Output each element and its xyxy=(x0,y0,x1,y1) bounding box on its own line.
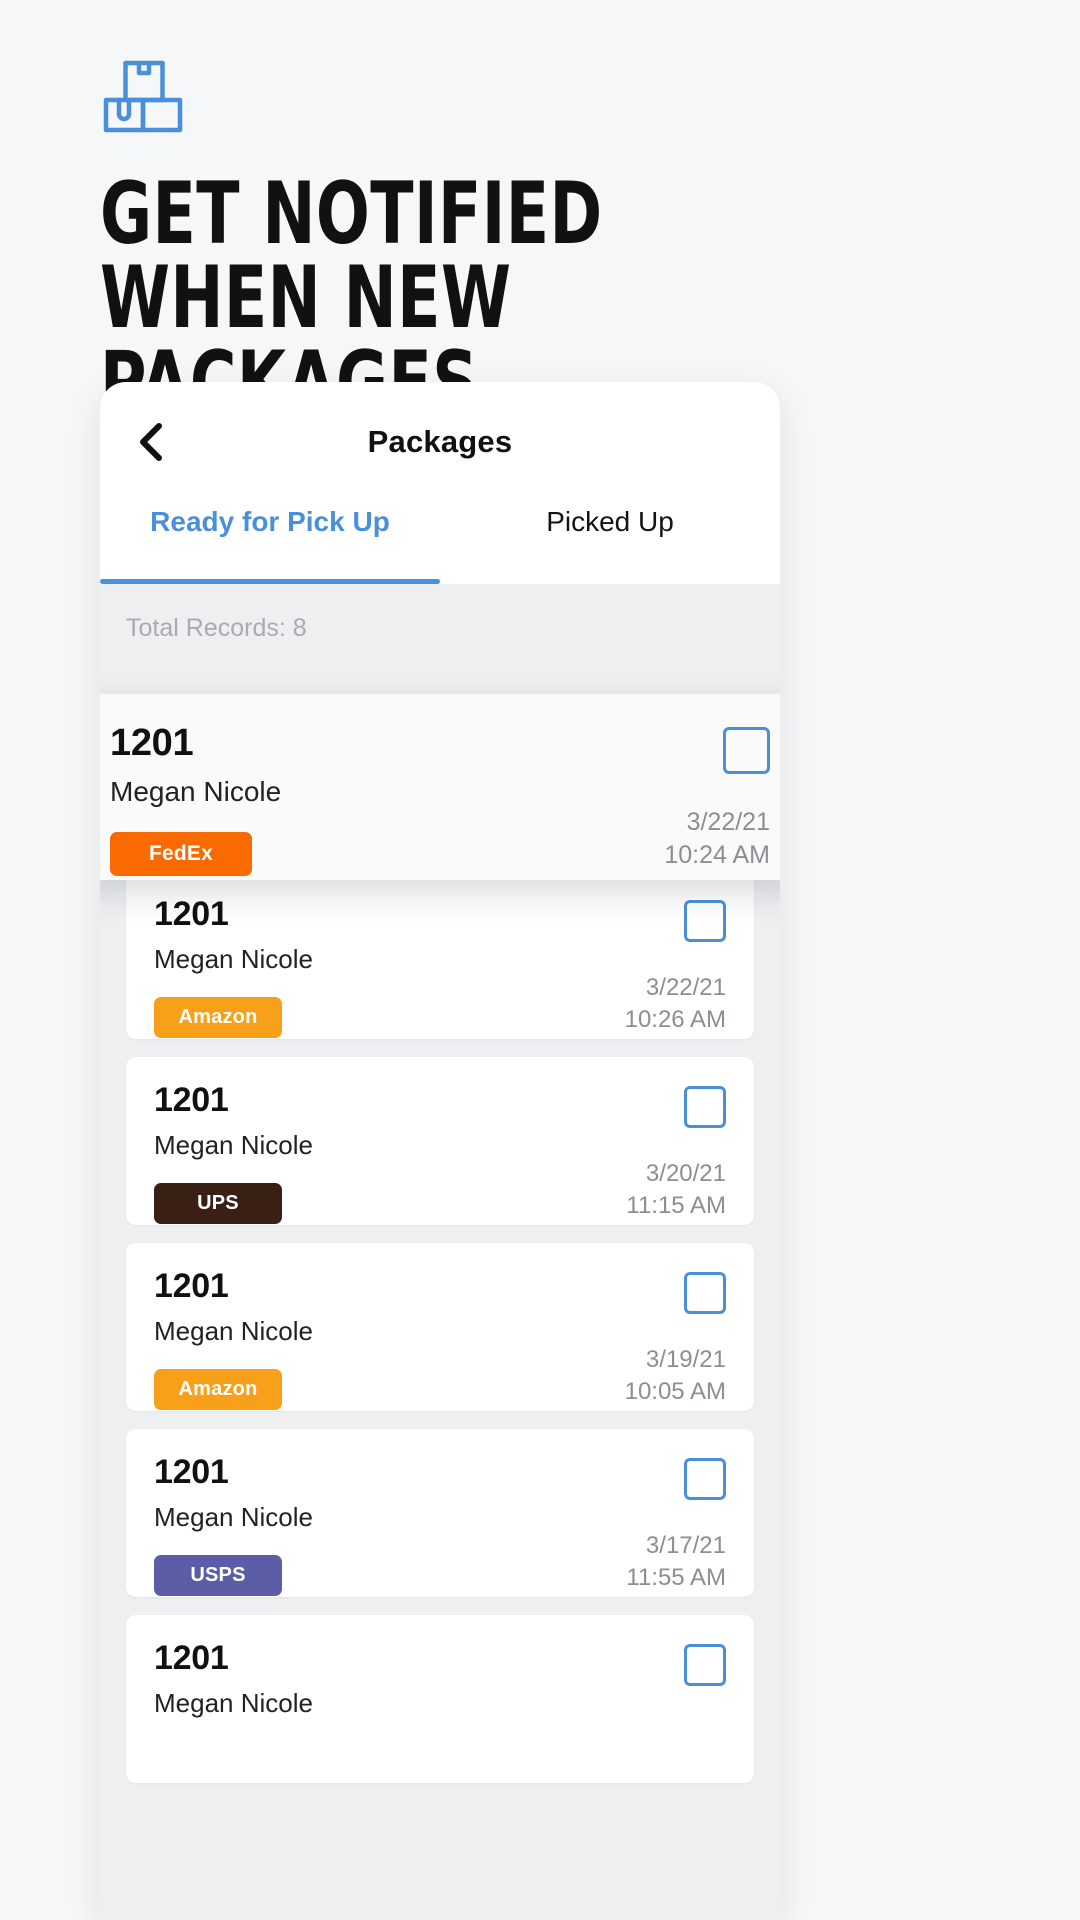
card-meta xyxy=(684,1641,726,1783)
resident-name: Megan Nicole xyxy=(154,944,313,974)
carrier-badge: UPS xyxy=(154,1183,282,1224)
received-datetime: 3/22/21 10:24 AM xyxy=(664,806,770,872)
tab-ready-for-pick-up[interactable]: Ready for Pick Up xyxy=(100,502,440,584)
nav-title: Packages xyxy=(367,424,513,459)
received-time: 10:05 AM xyxy=(624,1377,726,1405)
package-card[interactable]: 1201 Megan Nicole xyxy=(126,1615,754,1783)
carrier-badge: Amazon xyxy=(154,1369,282,1410)
pickup-checkbox[interactable] xyxy=(684,1644,726,1686)
resident-name: Megan Nicole xyxy=(154,1316,313,1346)
unit-number: 1201 xyxy=(154,895,229,933)
headline-line-1: GET NOTIFIED WHEN NEW xyxy=(100,164,603,349)
unit-number: 1201 xyxy=(110,722,194,764)
tab-label: Ready for Pick Up xyxy=(150,506,390,537)
received-date: 3/17/21 xyxy=(645,1532,726,1559)
received-date: 3/22/21 xyxy=(645,974,726,1001)
packages-boxes-icon xyxy=(100,56,188,136)
package-card[interactable]: 1201 Megan Nicole Amazon 3/22/21 10:26 A… xyxy=(126,871,754,1039)
received-time: 11:55 AM xyxy=(626,1563,726,1591)
received-time: 11:15 AM xyxy=(626,1191,726,1219)
pickup-checkbox[interactable] xyxy=(684,1458,726,1500)
app-nav-bar: Packages xyxy=(100,382,780,502)
package-card[interactable]: 1201 Megan Nicole USPS 3/17/21 11:55 AM xyxy=(126,1429,754,1597)
pickup-checkbox[interactable] xyxy=(684,1272,726,1314)
received-time: 10:24 AM xyxy=(664,841,770,869)
received-datetime: 3/19/21 10:05 AM xyxy=(625,1344,726,1407)
tab-bar: Ready for Pick Up Picked Up xyxy=(100,502,780,584)
unit-number: 1201 xyxy=(154,1639,229,1677)
tab-picked-up[interactable]: Picked Up xyxy=(440,502,780,584)
pickup-checkbox[interactable] xyxy=(684,1086,726,1128)
resident-name: Megan Nicole xyxy=(154,1502,313,1532)
received-date: 3/19/21 xyxy=(645,1346,726,1373)
card-meta: 3/17/21 11:55 AM xyxy=(626,1455,726,1597)
card-details: 1201 Megan Nicole Amazon xyxy=(154,897,313,1039)
received-date: 3/20/21 xyxy=(645,1160,726,1187)
card-meta: 3/22/21 10:24 AM xyxy=(664,724,770,880)
resident-name: Megan Nicole xyxy=(154,1130,313,1160)
package-list-panel: Total Records: 8 1201 Megan Nicole FedEx… xyxy=(100,584,780,1920)
phone-mockup: Packages Ready for Pick Up Picked Up Tot… xyxy=(100,382,780,1920)
resident-name: Megan Nicole xyxy=(154,1688,313,1718)
card-meta: 3/20/21 11:15 AM xyxy=(626,1083,726,1225)
unit-number: 1201 xyxy=(154,1081,229,1119)
featured-package-card[interactable]: 1201 Megan Nicole FedEx 3/22/21 10:24 AM xyxy=(100,694,780,880)
unit-number: 1201 xyxy=(154,1453,229,1491)
card-meta: 3/22/21 10:26 AM xyxy=(625,897,726,1039)
received-date: 3/22/21 xyxy=(686,808,770,836)
pickup-checkbox[interactable] xyxy=(684,900,726,942)
card-details: 1201 Megan Nicole xyxy=(154,1641,313,1783)
carrier-badge: FedEx xyxy=(110,832,252,876)
received-datetime: 3/17/21 11:55 AM xyxy=(626,1530,726,1593)
tab-label: Picked Up xyxy=(546,506,674,537)
card-details: 1201 Megan Nicole Amazon xyxy=(154,1269,313,1411)
package-card[interactable]: 1201 Megan Nicole Amazon 3/19/21 10:05 A… xyxy=(126,1243,754,1411)
pickup-checkbox[interactable] xyxy=(723,727,770,774)
unit-number: 1201 xyxy=(154,1267,229,1305)
carrier-badge: Amazon xyxy=(154,997,282,1038)
resident-name: Megan Nicole xyxy=(110,776,282,807)
carrier-badge: USPS xyxy=(154,1555,282,1596)
card-details: 1201 Megan Nicole UPS xyxy=(154,1083,313,1225)
received-datetime: 3/20/21 11:15 AM xyxy=(626,1158,726,1221)
package-card[interactable]: 1201 Megan Nicole UPS 3/20/21 11:15 AM xyxy=(126,1057,754,1225)
card-details: 1201 Megan Nicole USPS xyxy=(154,1455,313,1597)
card-meta: 3/19/21 10:05 AM xyxy=(625,1269,726,1411)
received-datetime: 3/22/21 10:26 AM xyxy=(625,972,726,1035)
card-details: 1201 Megan Nicole FedEx xyxy=(110,724,281,880)
total-records-label: Total Records: 8 xyxy=(126,614,307,642)
received-time: 10:26 AM xyxy=(624,1005,726,1033)
